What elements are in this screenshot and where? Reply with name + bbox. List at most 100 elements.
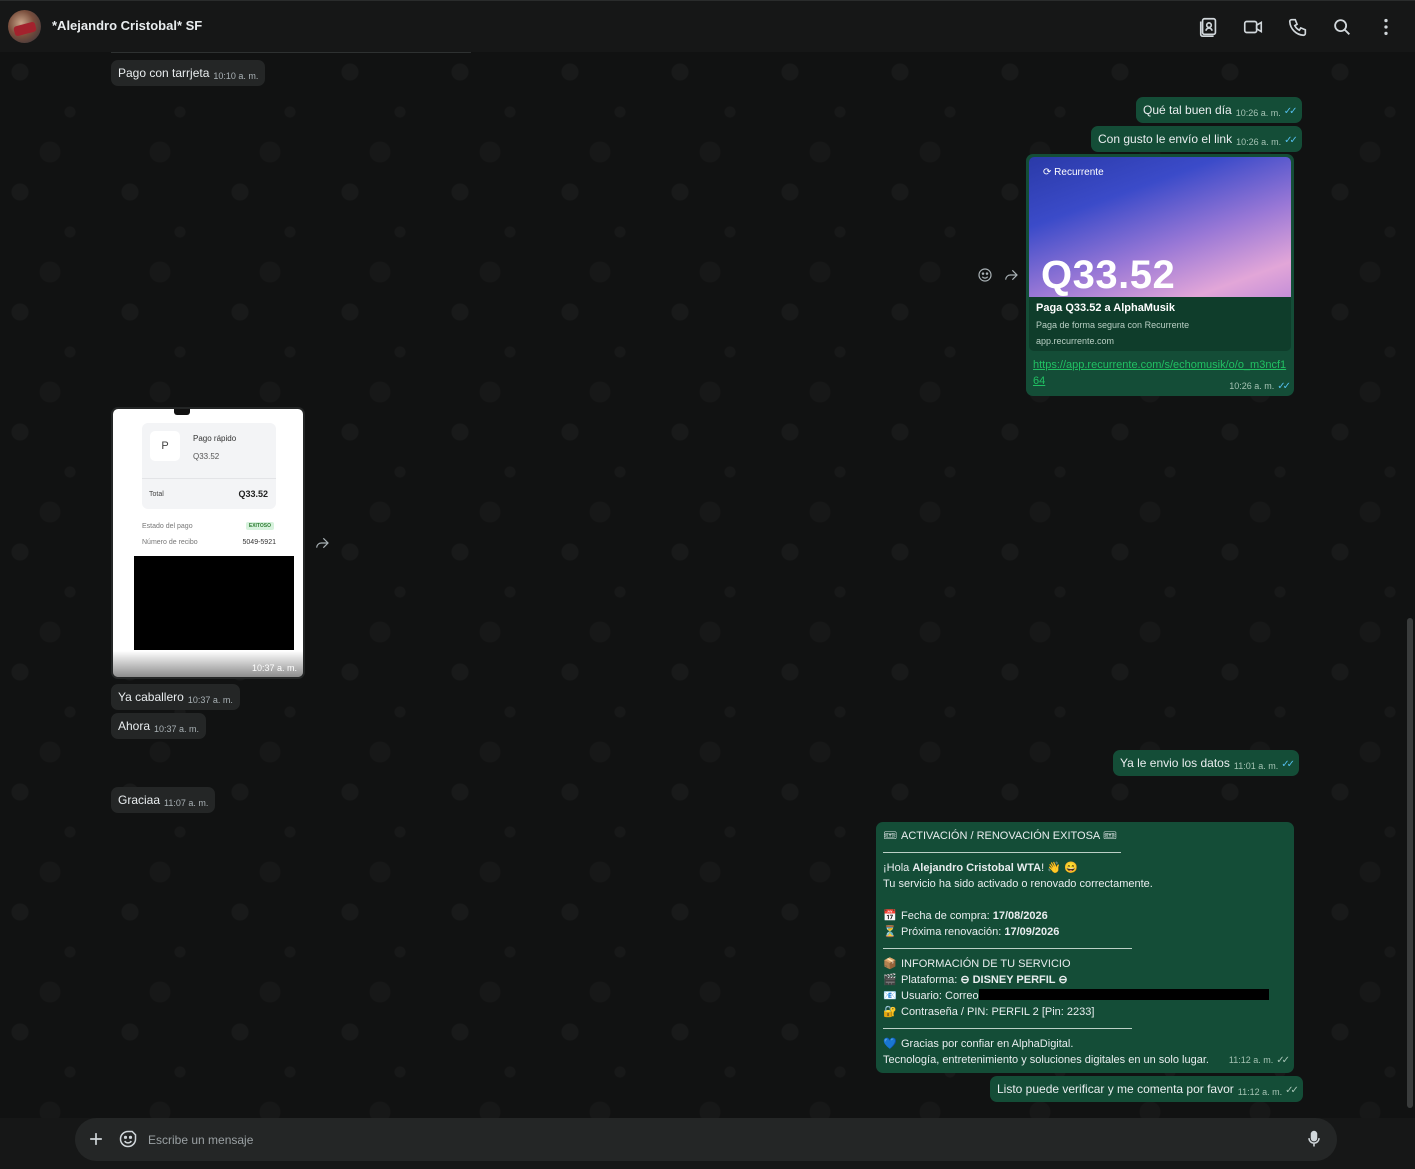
- activation-heading: ACTIVACIÓN / RENOVACIÓN EXITOSA: [901, 830, 1100, 842]
- ticket-icon: 🎟: [883, 830, 897, 842]
- thanks-line: Gracias por confiar en AlphaDigital.: [901, 1038, 1074, 1050]
- image-message[interactable]: P Pago rápido Q33.52 Total Q33.52 Estado…: [111, 407, 305, 679]
- divider: [883, 940, 1287, 956]
- message-time: 11:01 a. m.: [1233, 761, 1279, 771]
- message-text: Ya le envio los datos: [1120, 756, 1230, 770]
- message-incoming[interactable]: Ya caballero 10:37 a. m.: [111, 684, 240, 710]
- renewal-date: 17/09/2026: [1004, 926, 1060, 938]
- message-incoming[interactable]: Graciaa 11:07 a. m.: [111, 787, 216, 813]
- divider: [883, 844, 1287, 860]
- link-preview-message[interactable]: ⟳ Recurrente Q33.52 Paga Q33.52 a AlphaM…: [1026, 154, 1294, 396]
- link-amount: Q33.52: [1041, 253, 1176, 297]
- message-outgoing[interactable]: Con gusto le envío el link 10:26 a. m. ✓✓: [1091, 126, 1302, 152]
- status-label: Estado del pago: [142, 523, 193, 530]
- merchant-initial: P: [150, 431, 180, 461]
- message-time: 10:37 a. m.: [154, 724, 200, 734]
- password-line: Contraseña / PIN: PERFIL 2 [Pin: 2233]: [901, 1006, 1095, 1018]
- message-text: Qué tal buen día: [1143, 103, 1232, 117]
- receipt-image[interactable]: P Pago rápido Q33.52 Total Q33.52 Estado…: [113, 409, 303, 677]
- blue-heart-icon: 💙: [883, 1038, 897, 1050]
- merchant-name: Pago rápido: [193, 434, 237, 443]
- message-time: 10:37 a. m.: [251, 663, 297, 673]
- message-incoming[interactable]: Pago con tarrjeta 10:10 a. m.: [111, 60, 266, 86]
- read-ticks-icon: ✓✓: [1281, 759, 1295, 770]
- message-time: 10:26 a. m.: [1229, 381, 1275, 391]
- chat-scrollbar[interactable]: [1407, 618, 1413, 1108]
- forward-icon[interactable]: [314, 535, 330, 551]
- divider: [142, 478, 276, 479]
- search-icon[interactable]: [1331, 16, 1353, 38]
- clapperboard-icon: 🎬: [883, 974, 897, 986]
- message-outgoing[interactable]: Qué tal buen día 10:26 a. m. ✓✓: [1136, 97, 1302, 123]
- merchant-amount: Q33.52: [193, 452, 220, 461]
- message-incoming[interactable]: Ahora 10:37 a. m.: [111, 713, 207, 739]
- total-label: Total: [149, 491, 164, 498]
- more-options-icon[interactable]: [1375, 16, 1397, 38]
- message-input[interactable]: [148, 1130, 1288, 1150]
- link-title: Paga Q33.52 a AlphaMusik: [1036, 302, 1175, 314]
- renewal-label: Próxima renovación:: [901, 926, 1005, 938]
- platform-value: ⊖ DISNEY PERFIL ⊖: [960, 974, 1068, 986]
- total-value: Q33.52: [238, 489, 268, 499]
- greeting-prefix: ¡Hola: [883, 862, 913, 874]
- message-outgoing[interactable]: Listo puede verificar y me comenta por f…: [990, 1076, 1303, 1102]
- delivered-ticks-icon: ✓✓: [1276, 1055, 1290, 1066]
- contact-avatar[interactable]: [8, 10, 41, 43]
- message-composer: [75, 1118, 1337, 1161]
- attach-plus-icon[interactable]: [86, 1129, 106, 1149]
- ticket-icon: 🎟: [1102, 830, 1117, 842]
- message-text: Graciaa: [118, 793, 161, 807]
- message-time: 10:26 a. m.: [1236, 137, 1282, 147]
- message-text: Listo puede verificar y me comenta por f…: [997, 1082, 1234, 1096]
- calendar-icon: 📅: [883, 910, 897, 922]
- mail-icon: 📧: [883, 990, 897, 1002]
- contact-card-icon[interactable]: [1198, 16, 1220, 38]
- activation-message[interactable]: 🎟 ACTIVACIÓN / RENOVACIÓN EXITOSA 🎟 ¡Hola…: [876, 822, 1294, 1073]
- lock-key-icon: 🔐: [883, 1006, 897, 1018]
- purchase-date: 17/08/2026: [992, 910, 1048, 922]
- read-ticks-icon: ✓✓: [1284, 135, 1298, 146]
- message-time: 10:26 a. m.: [1235, 108, 1281, 118]
- message-time: 10:37 a. m.: [187, 695, 233, 705]
- message-time: 10:10 a. m.: [213, 71, 259, 81]
- delivered-ticks-icon: ✓✓: [1285, 1085, 1299, 1096]
- customer-name: Alejandro Cristobal WTA: [912, 862, 1042, 874]
- activated-line: Tu servicio ha sido activado o renovado …: [883, 878, 1153, 890]
- divider: [883, 1020, 1287, 1036]
- message-outgoing[interactable]: Ya le envio los datos 11:01 a. m. ✓✓: [1113, 750, 1299, 776]
- voice-call-icon[interactable]: [1287, 16, 1309, 38]
- link-preview[interactable]: ⟳ Recurrente Q33.52 Paga Q33.52 a AlphaM…: [1029, 157, 1291, 351]
- user-label: Usuario: Correo: [901, 990, 979, 1002]
- chat-title[interactable]: *Alejandro Cristobal* SF: [52, 18, 202, 33]
- purchase-label: Fecha de compra:: [901, 910, 993, 922]
- hourglass-icon: ⏳: [883, 926, 897, 938]
- message-text: Ahora: [118, 719, 151, 733]
- link-description: Paga de forma segura con Recurrente: [1036, 320, 1190, 330]
- receipt-number-value: 5049-5921: [242, 539, 276, 546]
- message-text: Pago con tarrjeta: [118, 66, 210, 80]
- message-text: Con gusto le envío el link: [1098, 132, 1233, 146]
- greeting-suffix: ! 👋 😄: [1041, 862, 1078, 874]
- read-ticks-icon: ✓✓: [1283, 106, 1298, 117]
- read-ticks-icon: ✓✓: [1277, 381, 1291, 392]
- divider: [111, 52, 471, 53]
- message-text: Ya caballero: [118, 690, 184, 704]
- link-domain: app.recurrente.com: [1036, 336, 1115, 346]
- video-call-icon[interactable]: [1242, 16, 1264, 38]
- chat-header: *Alejandro Cristobal* SF: [0, 0, 1415, 52]
- link-preview-image: ⟳ Recurrente Q33.52: [1029, 157, 1291, 297]
- forward-icon[interactable]: [1003, 267, 1019, 283]
- link-brand: Recurrente: [1054, 167, 1104, 178]
- platform-label: Plataforma:: [901, 974, 961, 986]
- message-time: 11:12 a. m.: [1237, 1087, 1283, 1097]
- sticker-emoji-icon[interactable]: [118, 1129, 138, 1149]
- emoji-reaction-icon[interactable]: [977, 267, 993, 283]
- redacted-area: [134, 556, 294, 650]
- redacted-email: [978, 989, 1269, 1000]
- receipt-number-label: Número de recibo: [142, 539, 198, 546]
- refresh-icon: ⟳: [1043, 167, 1055, 178]
- info-heading: INFORMACIÓN DE TU SERVICIO: [901, 958, 1071, 970]
- status-badge: EXITOSO: [245, 522, 274, 530]
- microphone-icon[interactable]: [1304, 1129, 1324, 1149]
